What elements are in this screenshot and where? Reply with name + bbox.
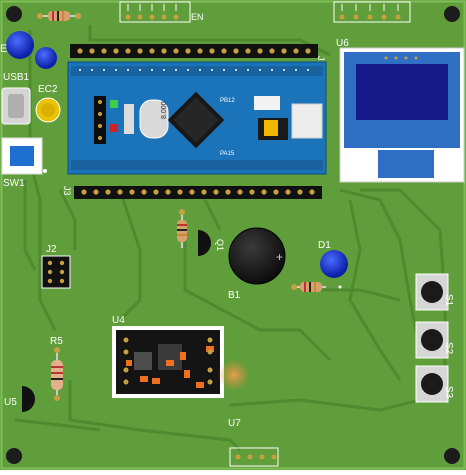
pcb-3d-render: EN E USB1 EC2 SW1 J1 8.000 PB12 PA15 J3 …	[0, 0, 466, 470]
button-s3: S3	[415, 365, 454, 403]
pcb-svg: EN E USB1 EC2 SW1 J1 8.000 PB12 PA15 J3 …	[0, 0, 466, 470]
header-j3: J3	[62, 186, 322, 199]
capacitor-ec2: EC2	[35, 84, 61, 123]
q1-label: Q1	[215, 239, 225, 251]
s3-label: S3	[443, 386, 454, 399]
mcu-bottom-label: PA15	[220, 151, 235, 157]
button-s2: S2	[415, 321, 454, 359]
j3-label: J3	[62, 186, 72, 196]
oled-display-u6: U6	[336, 38, 465, 183]
svg-text:+: +	[276, 250, 283, 264]
s2-label: S2	[443, 342, 454, 355]
mcu-top-label: PB12	[220, 98, 235, 104]
e-label: E	[0, 43, 7, 55]
button-s1: S1	[415, 273, 454, 311]
s1-label: S1	[443, 294, 454, 307]
u6-label: U6	[336, 38, 349, 49]
sw1-label: SW1	[3, 178, 25, 189]
crystal-label: 8.000	[161, 101, 168, 119]
en-label: EN	[191, 12, 204, 22]
r5-label: R5	[50, 336, 63, 347]
solder-glow	[218, 359, 250, 391]
u4-label: U4	[112, 315, 125, 326]
j2-label: J2	[46, 244, 57, 255]
usb1-label: USB1	[3, 72, 30, 83]
u7-label: U7	[228, 418, 241, 429]
crystal: 8.000	[139, 99, 169, 139]
b1-label: B1	[228, 290, 241, 301]
ec2-label: EC2	[38, 84, 58, 95]
mcu-board: 8.000 PB12 PA15	[67, 61, 327, 175]
capacitor-c1	[35, 47, 57, 69]
usb1-connector: USB1	[1, 72, 31, 125]
d1-label: D1	[318, 240, 331, 251]
module-u4: U4	[112, 315, 224, 398]
u5-label: U5	[4, 397, 17, 408]
